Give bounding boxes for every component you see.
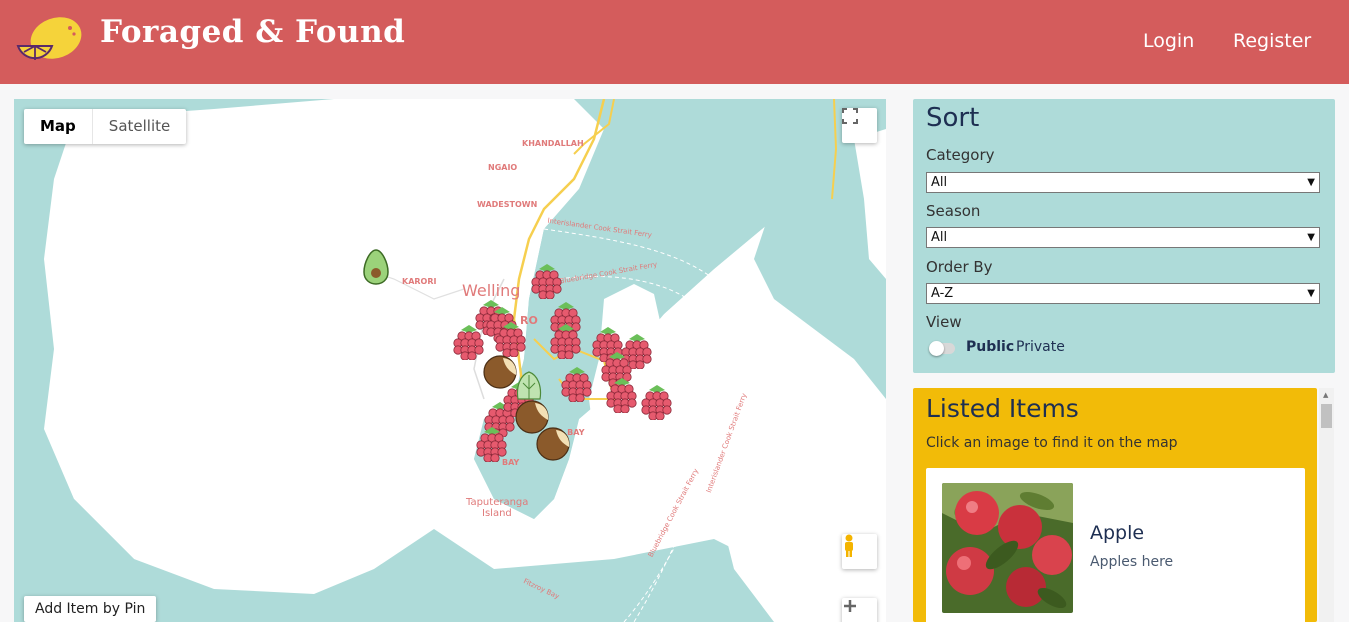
- fullscreen-icon: [842, 108, 858, 124]
- register-link[interactable]: Register: [1233, 30, 1311, 52]
- order-by-label: Order By: [926, 258, 993, 276]
- add-item-by-pin-button[interactable]: Add Item by Pin: [24, 596, 157, 622]
- view-label: View: [926, 313, 962, 331]
- season-select-value: All: [931, 230, 948, 245]
- sort-title: Sort: [926, 103, 980, 133]
- map-label: Island: [482, 508, 512, 519]
- order-by-select[interactable]: A-Z ▼: [926, 283, 1320, 304]
- listed-items-title: Listed Items: [926, 394, 1079, 423]
- raspberry-marker-icon[interactable]: [560, 366, 594, 402]
- lemon-logo-icon[interactable]: [14, 16, 84, 64]
- greens-marker-icon[interactable]: [514, 369, 544, 403]
- listed-items-subtitle: Click an image to find it on the map: [926, 435, 1178, 451]
- item-title: Apple: [1090, 522, 1145, 544]
- map-type-satellite-button[interactable]: Satellite: [93, 109, 186, 144]
- login-link[interactable]: Login: [1143, 30, 1194, 52]
- raspberry-marker-icon[interactable]: [475, 426, 509, 462]
- apple-image: [942, 483, 1073, 613]
- avocado-marker-icon[interactable]: [362, 249, 390, 285]
- category-select-value: All: [931, 175, 948, 190]
- map-label: WADESTOWN: [477, 200, 538, 209]
- raspberry-marker-icon[interactable]: [530, 263, 564, 299]
- fullscreen-button[interactable]: [842, 108, 877, 143]
- map-type-map-button[interactable]: Map: [24, 109, 93, 144]
- toggle-knob: [929, 341, 944, 356]
- raspberry-marker-icon[interactable]: [549, 323, 583, 359]
- map-label: KARORI: [402, 277, 437, 286]
- listed-items-panel: Listed Items Click an image to find it o…: [913, 388, 1317, 622]
- scrollbar-thumb[interactable]: [1321, 404, 1332, 428]
- pegman-icon: [845, 534, 853, 557]
- hazelnut-marker-icon[interactable]: [534, 425, 572, 463]
- chevron-down-icon: ▼: [1307, 177, 1315, 188]
- season-select[interactable]: All ▼: [926, 227, 1320, 248]
- brand-title[interactable]: Foraged & Found: [100, 14, 405, 50]
- map-label: KHANDALLAH: [522, 139, 584, 148]
- map-canvas: [14, 99, 886, 622]
- sort-panel: Sort Category All ▼ Season All ▼ Order By …: [913, 99, 1335, 373]
- map-label: NGAIO: [488, 163, 518, 172]
- map-label: Welling: [462, 281, 521, 300]
- category-select[interactable]: All ▼: [926, 172, 1320, 193]
- season-label: Season: [926, 202, 981, 220]
- raspberry-marker-icon[interactable]: [640, 384, 674, 420]
- view-private-label[interactable]: Private: [1016, 339, 1065, 355]
- street-view-button[interactable]: [842, 534, 877, 569]
- raspberry-marker-icon[interactable]: [605, 377, 639, 413]
- category-label: Category: [926, 146, 995, 164]
- list-item[interactable]: Apple Apples here: [926, 468, 1305, 622]
- item-description: Apples here: [1090, 554, 1174, 570]
- map-view[interactable]: KHANDALLAH NGAIO WADESTOWN KARORI Wellin…: [14, 99, 886, 622]
- view-toggle[interactable]: [929, 341, 955, 356]
- header: Foraged & Found Login Register: [0, 0, 1349, 84]
- zoom-in-button[interactable]: [842, 598, 877, 622]
- apple-thumbnail[interactable]: [942, 483, 1073, 613]
- view-public-label[interactable]: Public: [966, 339, 1014, 355]
- listed-items-scrollbar[interactable]: ▲: [1319, 388, 1334, 622]
- map-label: Taputeranga: [466, 497, 529, 508]
- map-type-control: Map Satellite: [24, 109, 187, 144]
- chevron-down-icon: ▼: [1307, 288, 1315, 299]
- raspberry-marker-icon[interactable]: [494, 321, 528, 357]
- plus-icon: [844, 600, 856, 612]
- order-by-select-value: A-Z: [931, 286, 954, 301]
- chevron-down-icon: ▼: [1307, 232, 1315, 243]
- scroll-up-icon[interactable]: ▲: [1323, 391, 1328, 399]
